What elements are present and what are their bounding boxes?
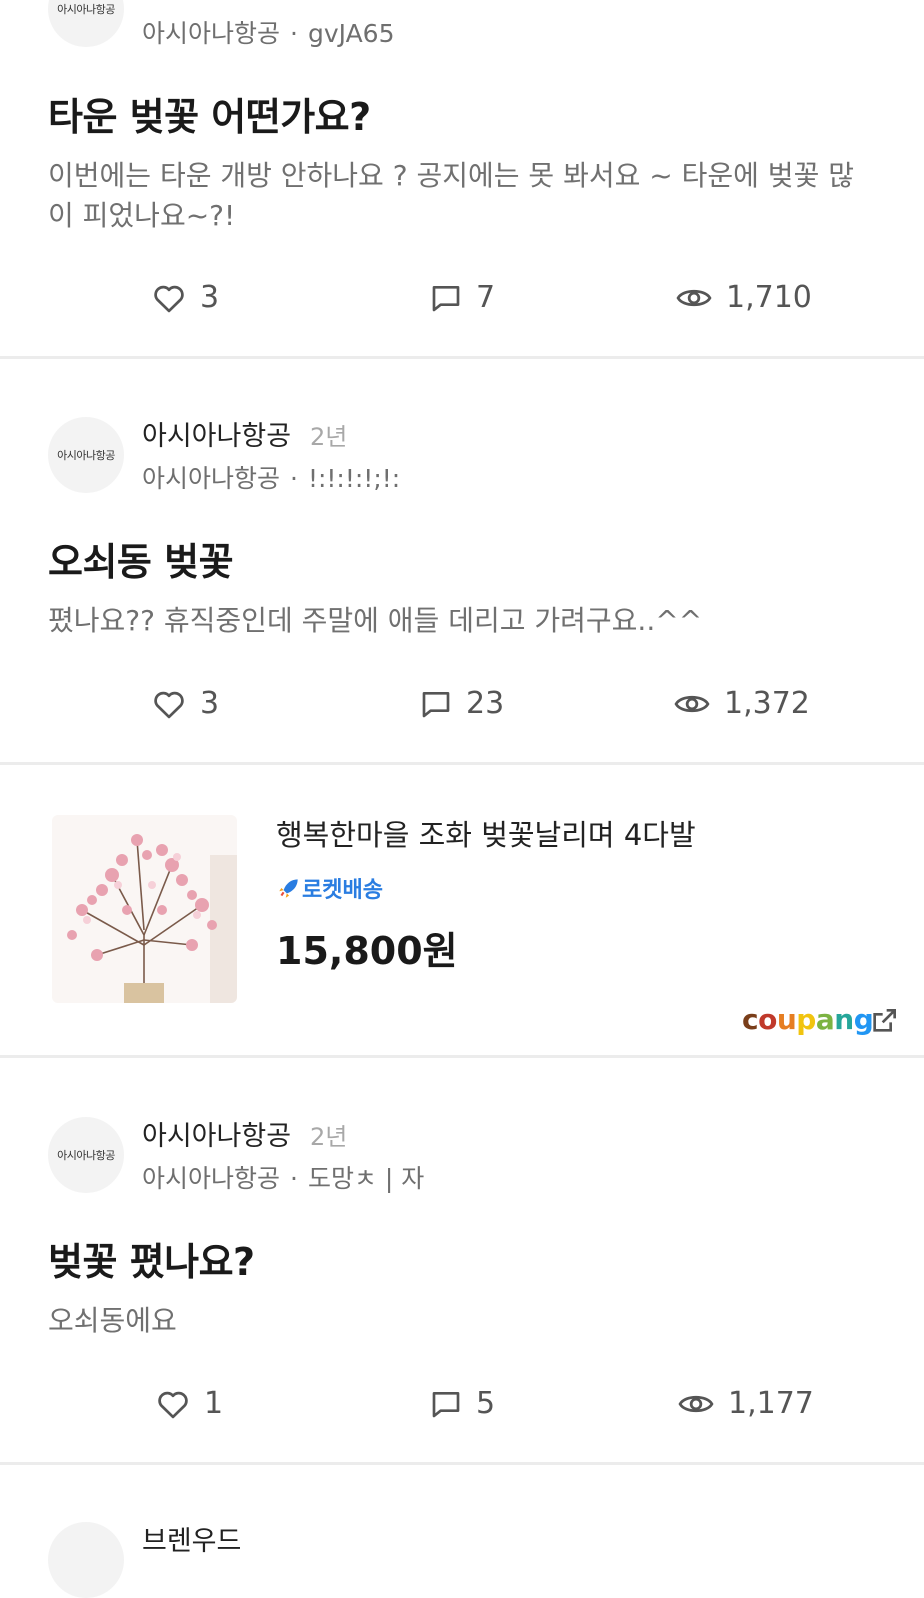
view-count: 1,177 (678, 1386, 814, 1421)
org-name: 아시아나항공 (142, 464, 281, 493)
comment-icon (422, 691, 450, 717)
like-count-value: 3 (200, 280, 220, 315)
coupang-letter: o (758, 1003, 777, 1036)
heart-icon (154, 691, 184, 718)
comment-icon (432, 285, 460, 311)
product-price: 15,800원 (276, 929, 458, 973)
comment-count-value: 7 (476, 280, 496, 315)
post-title[interactable]: 벚꽃 폈나요? (48, 1231, 255, 1286)
comment-count[interactable]: 7 (430, 280, 495, 315)
like-count[interactable]: 3 (152, 686, 219, 721)
divider (0, 762, 924, 765)
heart-icon (154, 285, 184, 312)
coupang-logo[interactable]: coupang (742, 1003, 874, 1036)
post-age: 2년 (310, 423, 348, 451)
view-count-value: 1,372 (724, 686, 810, 721)
nickname: 도망ㅊ | 자 (307, 1164, 425, 1193)
view-count-value: 1,710 (726, 280, 812, 315)
avatar[interactable]: 아시아나항공 (48, 0, 124, 47)
coupang-letter: a (815, 1003, 835, 1036)
eye-icon (676, 289, 712, 306)
nickname: gvJA65 (307, 19, 395, 48)
author-name[interactable]: 아시아나항공 (142, 414, 291, 453)
comment-count[interactable]: 5 (430, 1386, 495, 1421)
comment-count[interactable]: 23 (420, 686, 504, 721)
post-body[interactable]: 오쇠동에요 (48, 1301, 878, 1341)
view-count-value: 1,177 (728, 1386, 814, 1421)
avatar[interactable] (48, 1522, 124, 1598)
divider (0, 356, 924, 359)
post-body[interactable]: 이번에는 타운 개방 안하나요 ? 공지에는 못 봐서요 ~ 타운에 벚꽃 많이… (48, 156, 878, 236)
author-name[interactable]: 브렌우드 (142, 1519, 241, 1558)
post-subline: 아시아나항공 · 도망ㅊ | 자 (142, 1159, 424, 1195)
org-name: 아시아나항공 (142, 1164, 281, 1193)
like-count-value: 1 (204, 1386, 224, 1421)
avatar[interactable]: 아시아나항공 (48, 417, 124, 493)
view-count: 1,372 (674, 686, 810, 721)
post-age: 2년 (310, 1123, 348, 1151)
comment-count-value: 23 (466, 686, 505, 721)
coupang-letter: c (742, 1003, 759, 1036)
post-title[interactable]: 오쇠동 벚꽃 (48, 531, 234, 586)
view-count: 1,710 (676, 280, 812, 315)
dot-separator: · (290, 1164, 298, 1193)
org-name: 아시아나항공 (142, 19, 281, 48)
avatar[interactable]: 아시아나항공 (48, 1117, 124, 1193)
rocket-delivery-badge: 로켓배송 (276, 872, 383, 904)
like-count[interactable]: 3 (152, 280, 219, 315)
coupang-letter: u (776, 1003, 797, 1036)
post-subline: 아시아나항공 · gvJA65 (142, 14, 394, 50)
dot-separator: · (290, 19, 298, 48)
rocket-icon (279, 879, 298, 898)
author-name[interactable]: 아시아나항공 (142, 1114, 291, 1153)
like-count-value: 3 (200, 686, 220, 721)
divider (0, 1055, 924, 1058)
badge-label: 로켓배송 (302, 878, 383, 903)
post-title[interactable]: 타운 벚꽃 어떤가요? (48, 86, 371, 141)
dot-separator: · (290, 464, 298, 493)
nickname: !:!:!:!;!: (307, 464, 401, 493)
comment-icon (432, 1391, 460, 1417)
coupang-letter: n (834, 1003, 854, 1036)
coupang-letter: p (796, 1003, 816, 1036)
post-subline: 아시아나항공 ·!:!:!:!;!: (142, 459, 400, 495)
cherry-blossom-image (52, 815, 237, 1003)
product-image[interactable] (52, 815, 237, 1003)
like-count[interactable]: 1 (156, 1386, 223, 1421)
divider (0, 1462, 924, 1465)
post-body[interactable]: 폈나요?? 휴직중인데 주말에 애들 데리고 가려구요..^^ (48, 601, 878, 641)
eye-icon (674, 695, 710, 712)
external-link-icon[interactable] (868, 1005, 900, 1037)
product-title[interactable]: 행복한마을 조화 벚꽃날리며 4다발 (276, 812, 696, 854)
heart-icon (158, 1391, 188, 1418)
comment-count-value: 5 (476, 1386, 496, 1421)
eye-icon (678, 1395, 714, 1412)
